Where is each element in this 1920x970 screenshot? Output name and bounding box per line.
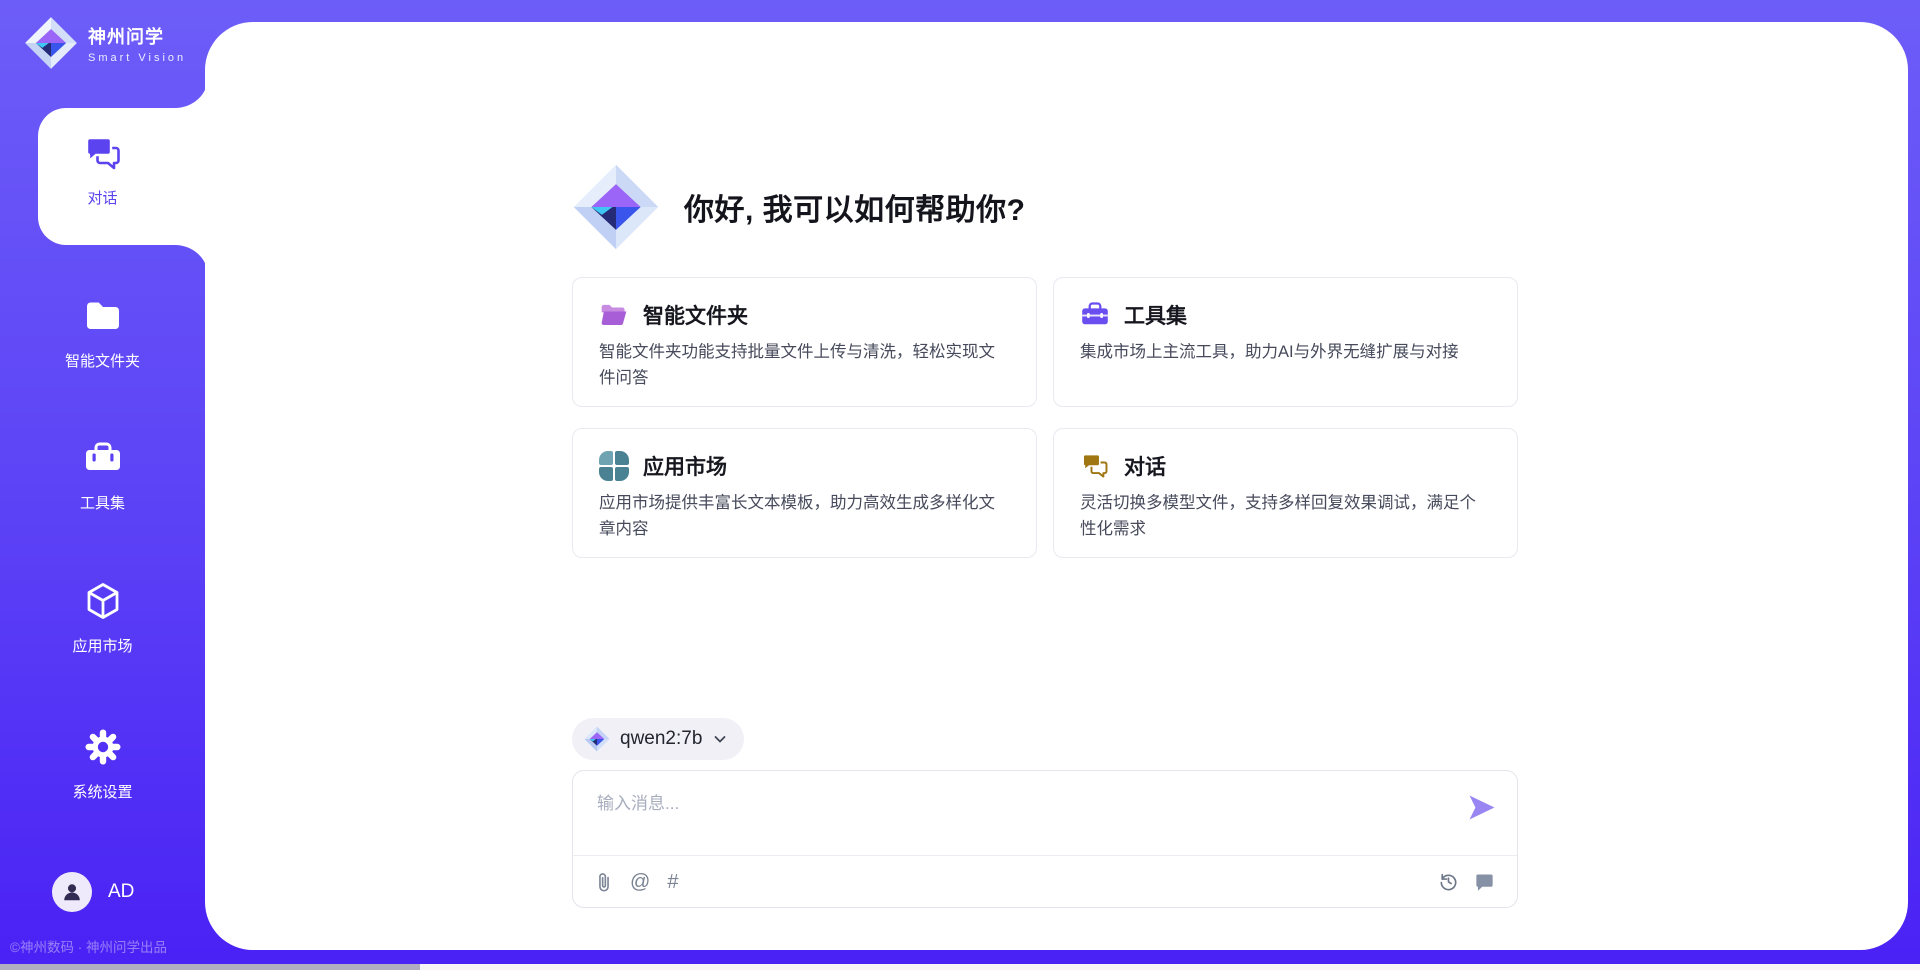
sidebar-item-smart-folder[interactable]: 智能文件夹 [0,295,205,371]
greeting-header: 你好, 我可以如何帮助你? [572,163,1518,251]
folder-open-icon [599,300,629,330]
model-diamond-icon [584,726,610,752]
message-bubble-icon[interactable] [1474,871,1495,892]
app-subtitle: Smart Vision [88,52,186,64]
copyright-text: ©神州数码 · 神州问学出品 [10,936,167,956]
mention-icon[interactable]: @ [630,872,650,892]
app-logo: 神州问学 Smart Vision [24,16,186,70]
message-input[interactable] [597,789,1437,845]
sidebar-item-label: 系统设置 [0,781,205,802]
message-composer: @ # [572,770,1518,908]
brand-diamond-icon [24,16,78,70]
sidebar-item-label: 应用市场 [0,635,205,656]
paperclip-icon[interactable] [595,871,613,893]
card-title: 对话 [1124,451,1166,481]
avatar [52,872,92,912]
horizontal-scrollbar-thumb[interactable] [0,964,420,970]
card-description: 集成市场上主流工具，助力AI与外界无缝扩展与对接 [1080,340,1491,366]
sidebar-item-settings[interactable]: 系统设置 [0,726,205,802]
send-icon[interactable] [1468,795,1495,820]
chat-icon [82,132,124,174]
cube-icon [82,580,124,622]
sidebar-item-label: 智能文件夹 [0,350,205,371]
card-smart-folder[interactable]: 智能文件夹 智能文件夹功能支持批量文件上传与清洗，轻松实现文件问答 [572,277,1037,407]
sidebar-item-chat[interactable]: 对话 [0,132,205,208]
sidebar-item-label: 对话 [0,187,205,208]
folder-icon [82,295,124,337]
sidebar-item-toolset[interactable]: 工具集 [0,437,205,513]
briefcase-icon [1080,300,1110,330]
feature-cards: 智能文件夹 智能文件夹功能支持批量文件上传与清洗，轻松实现文件问答 [572,277,1518,558]
app-name: 神州问学 [88,27,164,47]
sidebar-item-label: 工具集 [0,492,205,513]
card-app-market[interactable]: 应用市场 应用市场提供丰富长文本模板，助力高效生成多样化文章内容 [572,428,1037,558]
main-content-surface: 你好, 我可以如何帮助你? 智能文件夹 智能文件夹功能支持批量文件上传与清洗，轻… [205,22,1908,950]
user-account[interactable]: AD [52,872,134,912]
card-title: 工具集 [1124,300,1187,330]
user-initials: AD [108,881,134,903]
briefcase-icon [82,437,124,479]
hashtag-icon[interactable]: # [667,872,678,892]
horizontal-scrollbar [0,964,1920,970]
history-icon[interactable] [1438,871,1459,892]
composer-toolbar: @ # [573,855,1517,907]
card-chat[interactable]: 对话 灵活切换多模型文件，支持多样回复效果调试，满足个性化需求 [1053,428,1518,558]
model-name: qwen2:7b [620,728,702,750]
greeting-diamond-icon [572,163,660,251]
card-description: 灵活切换多模型文件，支持多样回复效果调试，满足个性化需求 [1080,491,1491,542]
greeting-title: 你好, 我可以如何帮助你? [684,185,1026,229]
card-description: 应用市场提供丰富长文本模板，助力高效生成多样化文章内容 [599,491,1010,542]
tab-scoop-top [175,77,208,108]
card-toolset[interactable]: 工具集 集成市场上主流工具，助力AI与外界无缝扩展与对接 [1053,277,1518,407]
gear-icon [82,726,124,768]
card-description: 智能文件夹功能支持批量文件上传与清洗，轻松实现文件问答 [599,340,1010,391]
model-selector[interactable]: qwen2:7b [572,718,744,760]
chevron-down-icon [712,731,728,747]
chat-icon [1080,451,1110,481]
card-title: 应用市场 [643,451,727,481]
grid-icon [599,451,629,481]
sidebar: 神州问学 Smart Vision 对话 智能文件夹 [0,0,205,970]
card-title: 智能文件夹 [643,300,748,330]
sidebar-item-app-market[interactable]: 应用市场 [0,580,205,656]
tab-scoop-bottom [175,245,208,276]
